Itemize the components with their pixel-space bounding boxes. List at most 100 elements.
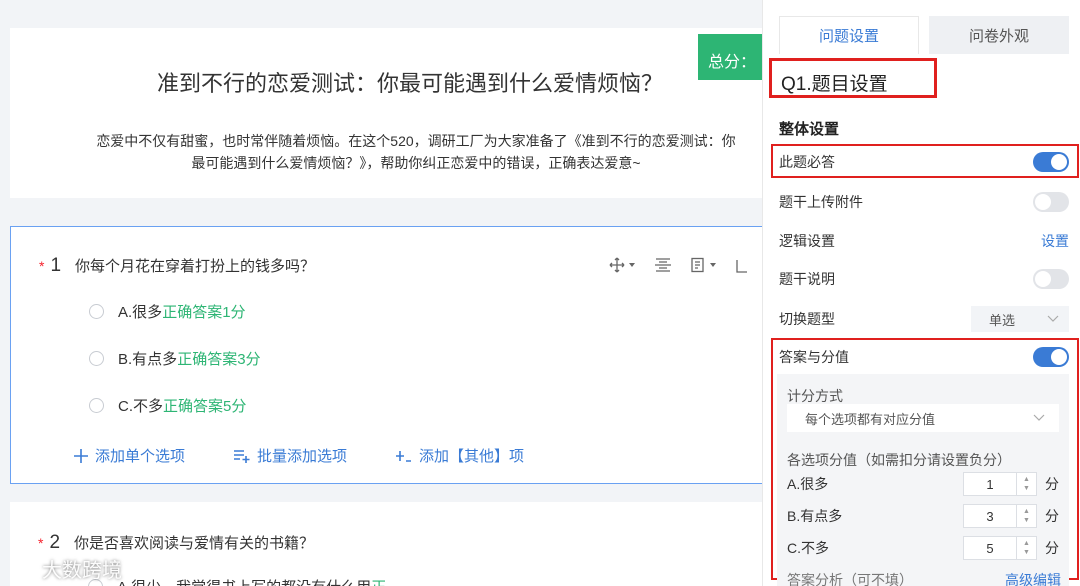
watermark-text: 大数跨境	[42, 560, 122, 582]
option-b[interactable]: B.有点多 正确答案3分	[89, 348, 261, 369]
watermark: 大数跨境	[12, 554, 122, 583]
toggle-knob	[1051, 349, 1067, 365]
scoring-method-value: 每个选项都有对应分值	[805, 411, 936, 427]
radio-icon[interactable]	[89, 398, 104, 413]
setting-required-label: 此题必答	[779, 154, 835, 170]
stepper-arrows[interactable]: ▲ ▼	[1016, 473, 1036, 495]
score-option-name: A.很多	[787, 476, 829, 492]
option-label: A.很少，我觉得书上写的都没有什么用	[117, 576, 371, 586]
chevron-down-icon[interactable]: ▼	[1023, 516, 1030, 525]
score-toggle[interactable]	[1033, 347, 1069, 367]
chevron-up-icon[interactable]: ▲	[1023, 539, 1030, 548]
attachment-toggle[interactable]	[1033, 192, 1069, 212]
answer-analysis-label: 答案分析（可不填）	[787, 572, 913, 586]
setting-switch-type-label: 切换题型	[779, 311, 835, 327]
section-title: 整体设置	[779, 121, 840, 138]
score-value[interactable]: 5	[964, 541, 1016, 556]
logic-settings-link[interactable]: 设置	[1041, 231, 1069, 251]
move-icon[interactable]	[609, 257, 636, 273]
batch-add-options-label: 批量添加选项	[257, 448, 348, 465]
chevron-down-icon[interactable]: ▼	[1023, 484, 1030, 493]
toggle-knob	[1051, 154, 1067, 170]
scoring-method-label: 计分方式	[787, 388, 843, 404]
delete-icon[interactable]	[735, 257, 749, 273]
chevron-down-icon	[1033, 414, 1045, 421]
chevron-up-icon[interactable]: ▲	[1023, 507, 1030, 516]
toggle-knob	[1035, 194, 1051, 210]
add-single-option-label: 添加单个选项	[95, 448, 186, 465]
setting-score: 答案与分值	[779, 347, 1069, 367]
question-header: * 2 你是否喜欢阅读与爱情有关的书籍？	[38, 532, 314, 554]
radio-icon[interactable]	[89, 351, 104, 366]
score-stepper-a[interactable]: 1 ▲ ▼	[963, 472, 1037, 496]
question-header: * 1 你每个月花在穿着打扮上的钱多吗？	[39, 255, 315, 277]
batch-add-options-button[interactable]: 批量添加选项	[233, 445, 347, 466]
question-number: 1	[50, 255, 62, 276]
panel-title: Q1.题目设置	[769, 58, 937, 98]
chevron-down-icon	[1047, 315, 1059, 322]
setting-description-label: 题干说明	[779, 271, 835, 287]
stepper-arrows[interactable]: ▲ ▼	[1016, 505, 1036, 527]
score-unit: 分	[1045, 508, 1059, 524]
stepper-arrows[interactable]: ▲ ▼	[1016, 537, 1036, 559]
score-unit: 分	[1045, 476, 1059, 492]
survey-title[interactable]: 准到不行的恋爱测试：你最可能遇到什么爱情烦恼？	[10, 66, 762, 98]
scoring-method-select[interactable]: 每个选项都有对应分值	[787, 404, 1059, 432]
radio-icon[interactable]	[89, 304, 104, 319]
add-other-icon	[396, 450, 412, 462]
score-row-b: B.有点多 3 ▲ ▼ 分	[787, 504, 1067, 528]
tab-survey-appearance[interactable]: 问卷外观	[929, 16, 1069, 54]
question-number: 2	[49, 532, 61, 553]
setting-attachment-label: 题干上传附件	[779, 194, 863, 210]
toggle-knob	[1035, 271, 1051, 287]
question-actions: 添加单个选项 批量添加选项 添加【其他】项	[73, 445, 524, 466]
option-c[interactable]: C.不多 正确答案5分	[89, 395, 246, 416]
question-text[interactable]: 你是否喜欢阅读与爱情有关的书籍？	[74, 532, 314, 553]
add-other-option-button[interactable]: 添加【其他】项	[395, 445, 524, 466]
total-score-badge: 总分：	[698, 34, 762, 80]
option-scores-label: 各选项分值（如需扣分请设置负分）	[787, 452, 1011, 468]
option-label: A.很多	[118, 304, 163, 321]
setting-switch-type: 切换题型 单选	[779, 306, 1069, 332]
settings-tabs: 问题设置 问卷外观	[779, 16, 1069, 54]
option-label: C.不多	[118, 398, 164, 415]
copy-icon[interactable]	[690, 257, 717, 273]
option-answer: 正确答案3分	[177, 351, 261, 368]
question-type-select[interactable]: 单选	[971, 306, 1069, 332]
question-type-value: 单选	[989, 312, 1016, 328]
option-answer: 正确答案5分	[163, 398, 247, 415]
setting-attachment: 题干上传附件	[779, 192, 1069, 212]
chevron-up-icon[interactable]: ▲	[1023, 475, 1030, 484]
question-text[interactable]: 你每个月花在穿着打扮上的钱多吗？	[75, 255, 315, 276]
score-value[interactable]: 3	[964, 509, 1016, 524]
settings-panel: 问题设置 问卷外观 Q1.题目设置 整体设置 此题必答 题干上传附件 逻辑设置 …	[762, 0, 1080, 586]
survey-canvas: 准到不行的恋爱测试：你最可能遇到什么爱情烦恼？ 恋爱中不仅有甜蜜，也时常伴随着烦…	[0, 0, 762, 586]
chevron-down-icon[interactable]: ▼	[1023, 548, 1030, 557]
option-a[interactable]: A.很少，我觉得书上写的都没有什么用 正	[88, 576, 386, 586]
setting-logic-label: 逻辑设置	[779, 233, 835, 249]
question-card-2[interactable]: * 2 你是否喜欢阅读与爱情有关的书籍？ A.很少，我觉得书上写的都没有什么用 …	[10, 502, 762, 586]
score-row-c: C.不多 5 ▲ ▼ 分	[787, 536, 1067, 560]
page-break-icon[interactable]	[654, 257, 672, 273]
tab-question-settings[interactable]: 问题设置	[779, 16, 919, 54]
survey-description[interactable]: 恋爱中不仅有甜蜜，也时常伴随着烦恼。在这个520，调研工厂为大家准备了《准到不行…	[46, 130, 762, 174]
score-unit: 分	[1045, 540, 1059, 556]
option-a[interactable]: A.很多 正确答案1分	[89, 301, 246, 322]
score-value[interactable]: 1	[964, 477, 1016, 492]
score-stepper-c[interactable]: 5 ▲ ▼	[963, 536, 1037, 560]
score-settings-area: 计分方式 每个选项都有对应分值 各选项分值（如需扣分请设置负分） A.很多 1 …	[777, 374, 1069, 586]
answer-analysis-row: 答案分析（可不填） 高级编辑	[787, 570, 1061, 586]
survey-intro-card[interactable]: 准到不行的恋爱测试：你最可能遇到什么爱情烦恼？ 恋爱中不仅有甜蜜，也时常伴随着烦…	[10, 28, 762, 198]
option-answer: 正	[371, 576, 386, 586]
batch-list-icon	[234, 449, 250, 463]
required-toggle[interactable]	[1033, 152, 1069, 172]
add-single-option-button[interactable]: 添加单个选项	[73, 445, 185, 466]
watermark-logo-icon	[13, 559, 36, 578]
question-card-1[interactable]: * 1 你每个月花在穿着打扮上的钱多吗？ A.很多 正确答案1分 B.有点多 正…	[10, 226, 762, 484]
option-answer: 正确答案1分	[162, 304, 246, 321]
description-toggle[interactable]	[1033, 269, 1069, 289]
survey-description-line2: 最可能遇到什么爱情烦恼？》，帮助你纠正恋爱中的错误，正确表达爱意~	[191, 155, 641, 171]
score-stepper-b[interactable]: 3 ▲ ▼	[963, 504, 1037, 528]
advanced-edit-link[interactable]: 高级编辑	[1005, 570, 1061, 586]
score-row-a: A.很多 1 ▲ ▼ 分	[787, 472, 1067, 496]
